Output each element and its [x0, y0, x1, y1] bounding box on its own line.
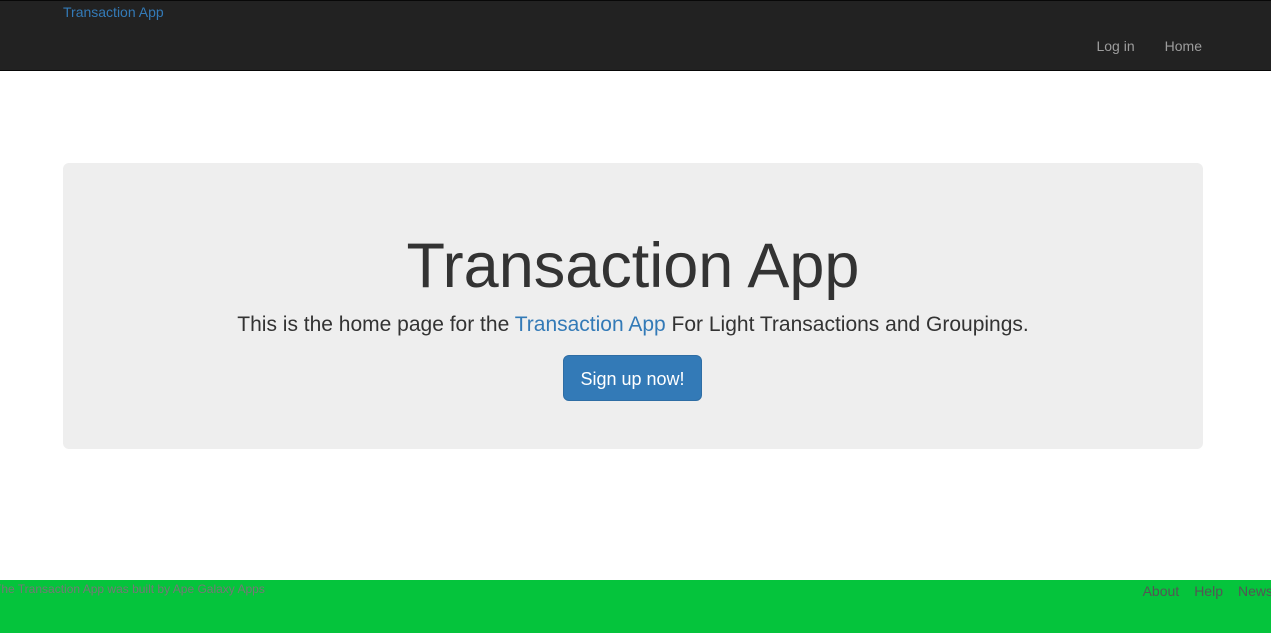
hero-subtitle: This is the home page for the Transactio…: [63, 313, 1203, 337]
signup-button[interactable]: Sign up now!: [563, 355, 702, 401]
top-navbar: Transaction App Log in Home: [0, 0, 1271, 71]
footer-news-link[interactable]: News: [1238, 583, 1271, 599]
footer-help-link[interactable]: Help: [1194, 583, 1223, 599]
brand-link[interactable]: Transaction App: [63, 4, 164, 20]
hero-jumbotron: Transaction App This is the home page fo…: [63, 163, 1203, 449]
footer-about-link[interactable]: About: [1143, 583, 1180, 599]
footer-credit: The Transaction App was built by Ape Gal…: [0, 582, 265, 596]
nav-login-link[interactable]: Log in: [1096, 38, 1134, 54]
footer: The Transaction App was built by Ape Gal…: [0, 580, 1271, 633]
footer-links: About Help News: [1143, 583, 1271, 599]
nav-home-link[interactable]: Home: [1165, 38, 1202, 54]
hero-title: Transaction App: [406, 231, 860, 301]
nav-links: Log in Home: [1096, 38, 1202, 54]
hero-subtitle-link[interactable]: Transaction App: [515, 313, 666, 336]
hero-subtitle-after: For Light Transactions and Groupings.: [665, 313, 1029, 336]
hero-subtitle-before: This is the home page for the: [237, 313, 515, 336]
